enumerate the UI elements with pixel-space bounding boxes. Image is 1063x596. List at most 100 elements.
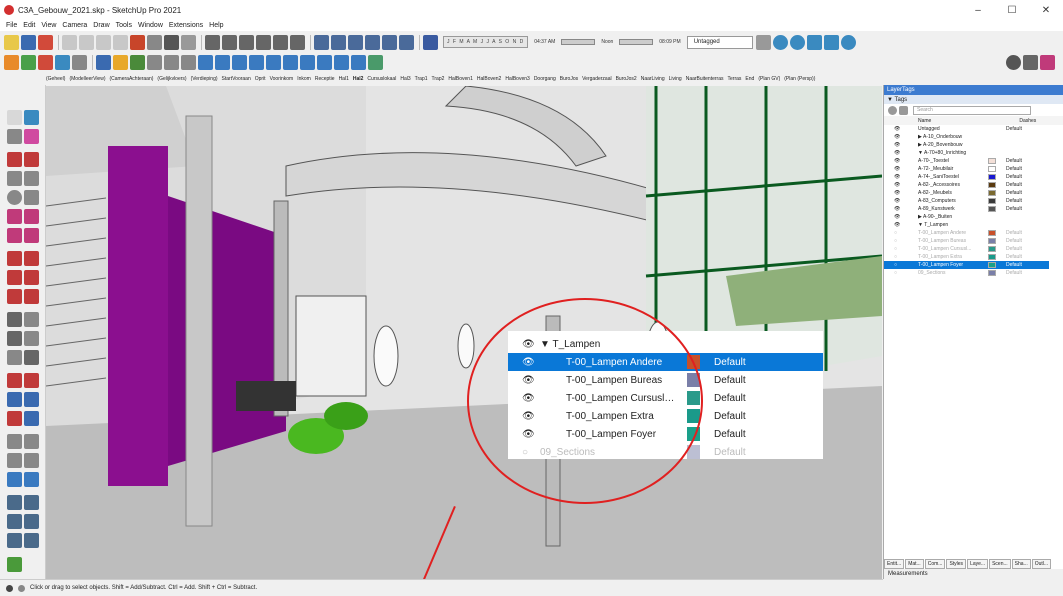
scene-tab[interactable]: StartVooraan [222, 76, 251, 82]
shadow-month-slider[interactable]: J F M A M J J A S O N D [443, 36, 529, 48]
eye-icon[interactable]: 👁 [894, 222, 900, 228]
shadow-time-slider[interactable] [561, 39, 596, 45]
eye-icon[interactable]: ○ [894, 262, 897, 268]
shaded-textures-icon[interactable] [382, 34, 397, 50]
tag-row[interactable]: 👁 A-74-_SaniToestel Default [884, 173, 1049, 181]
tag-row[interactable]: 👁 A-82-_Accessoires Default [884, 181, 1049, 189]
previous-view-icon[interactable] [24, 411, 39, 426]
tag-row[interactable]: 👁 ▶ A-10_Onderbouw [884, 133, 1049, 141]
scene-tab[interactable]: (Geheel) [46, 76, 65, 82]
menu-draw[interactable]: Draw [93, 22, 109, 29]
section-display-icon[interactable] [24, 472, 39, 487]
section-plane-icon[interactable] [772, 34, 788, 50]
plugin-icon-2[interactable] [317, 54, 332, 70]
section-cut-icon[interactable] [789, 34, 805, 50]
scene-tab[interactable]: Hal3 [400, 76, 410, 82]
tag-row[interactable]: ○ T-00_Lampen Andere Default [884, 229, 1049, 237]
match-photo-icon[interactable] [72, 54, 87, 70]
protractor-icon[interactable] [7, 331, 22, 346]
scene-tab[interactable]: HalBoven1 [448, 76, 472, 82]
tag-row[interactable]: 👁 Untagged Default [884, 125, 1049, 133]
menu-file[interactable]: File [6, 22, 17, 29]
maximize-button[interactable]: ☐ [995, 0, 1029, 20]
eye-icon[interactable]: 👁 [894, 158, 900, 164]
tab-entity-info[interactable]: Entit... [884, 559, 905, 569]
tag-color-swatch[interactable] [988, 158, 996, 164]
tag-row[interactable]: 👁 ▼ T_Lampen [884, 221, 1049, 229]
tag-dashes[interactable]: Default [1006, 190, 1022, 196]
tab-outliner[interactable]: Outl... [1031, 559, 1052, 569]
paint-bucket-icon[interactable] [7, 129, 22, 144]
tape-measure-icon[interactable] [7, 312, 22, 327]
plugin-icon-5[interactable] [368, 54, 383, 70]
styles-icon[interactable] [215, 54, 230, 70]
eye-icon[interactable]: 👁 [894, 150, 900, 156]
line-tool-icon[interactable] [7, 152, 22, 167]
tag-color-swatch[interactable] [988, 254, 996, 260]
eye-icon[interactable]: ○ [894, 238, 897, 244]
pie-icon[interactable] [24, 228, 39, 243]
look-around-icon[interactable] [24, 434, 39, 449]
rectangle-icon[interactable] [7, 171, 22, 186]
tag-dashes[interactable]: Default [714, 411, 746, 422]
axes-icon[interactable] [7, 350, 22, 365]
tag-color-swatch[interactable] [988, 238, 996, 244]
menu-help[interactable]: Help [209, 22, 223, 29]
eye-icon[interactable]: ○ [894, 270, 897, 276]
footprints-icon[interactable] [24, 453, 39, 468]
dimension-icon[interactable] [24, 312, 39, 327]
save-icon[interactable] [38, 34, 53, 50]
tag-color-swatch[interactable] [988, 230, 996, 236]
open-file-icon[interactable] [21, 34, 36, 50]
plugin-icon[interactable] [300, 54, 315, 70]
outliner-icon[interactable] [147, 54, 162, 70]
solid-union-icon[interactable] [7, 495, 22, 510]
sandbox-tool-icon[interactable] [7, 557, 22, 572]
eye-icon[interactable]: 👁 [894, 206, 900, 212]
scene-tab[interactable]: Voorinkom [270, 76, 294, 82]
tag-row[interactable]: 👁 A-72-_Meubilair Default [884, 165, 1049, 173]
scene-tab[interactable]: (Plan (Persp)) [784, 76, 815, 82]
plugin-icon-3[interactable] [334, 54, 349, 70]
render-icon[interactable] [249, 54, 264, 70]
move-icon[interactable] [7, 251, 22, 266]
2pt-arc-icon[interactable] [24, 209, 39, 224]
tab-scenes[interactable]: Scen... [989, 559, 1011, 569]
tag-row[interactable]: ○ T-00_Lampen Cursusl... Default [884, 245, 1049, 253]
solid-intersect-icon[interactable] [7, 514, 22, 529]
left-view-icon[interactable] [290, 34, 305, 50]
tag-dashes[interactable]: Default [714, 429, 746, 440]
tag-color-swatch[interactable] [988, 198, 996, 204]
text-tool-icon[interactable] [24, 331, 39, 346]
tag-row[interactable]: 👁 A-82-_Meubels Default [884, 189, 1049, 197]
send-to-layout-icon[interactable] [38, 54, 53, 70]
scene-tab[interactable]: End [745, 76, 754, 82]
tab-shadows[interactable]: Sha... [1011, 559, 1031, 569]
tag-color-swatch[interactable] [988, 182, 996, 188]
eye-icon[interactable]: 👁 [894, 182, 900, 188]
scene-tab[interactable]: Trap2 [432, 76, 445, 82]
scene-tab[interactable]: Inkom [297, 76, 311, 82]
scene-tab[interactable]: Oprit [255, 76, 266, 82]
scene-tab[interactable]: HalBoven3 [505, 76, 529, 82]
circle-icon[interactable] [7, 190, 22, 205]
tag-row[interactable]: ○ T-00_Lampen Bureas Default [884, 237, 1049, 245]
eye-icon[interactable]: 👁 [894, 198, 900, 204]
import-icon[interactable] [283, 54, 298, 70]
tag-dashes[interactable]: Default [1006, 206, 1022, 212]
tag-row[interactable]: ○ 09_Sections Default [884, 269, 1049, 277]
add-tag-icon[interactable] [888, 105, 897, 115]
tags-panel-icon[interactable] [96, 54, 111, 70]
solid-split-icon[interactable] [7, 533, 22, 548]
menu-edit[interactable]: Edit [23, 22, 35, 29]
name-column-header[interactable]: Name [918, 118, 931, 124]
position-camera-icon[interactable] [7, 434, 22, 449]
scene-tab-active[interactable]: Hal2 [353, 76, 364, 82]
back-view-icon[interactable] [273, 34, 288, 50]
xray-icon[interactable] [314, 34, 329, 50]
tag-dashes[interactable]: Default [714, 447, 746, 458]
menu-view[interactable]: View [41, 22, 56, 29]
scene-tab[interactable]: Doorgang [534, 76, 556, 82]
scene-tab[interactable]: (Gelijkvloers) [157, 76, 186, 82]
tab-styles[interactable]: Styles [946, 559, 967, 569]
